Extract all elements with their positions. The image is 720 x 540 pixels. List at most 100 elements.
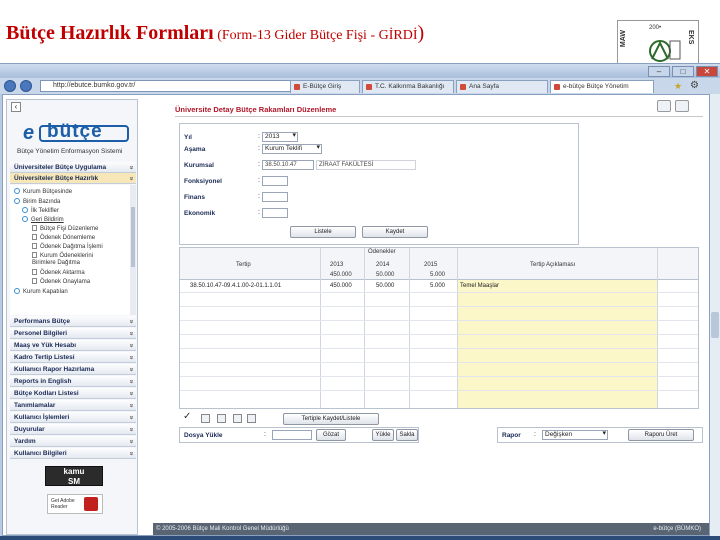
ebutce-logo: e bütçe [23, 120, 135, 144]
col-2013[interactable]: 2013 [330, 262, 343, 268]
browser-tab[interactable]: Ana Sayfa [456, 80, 548, 93]
asama-label: Aşama [184, 146, 206, 153]
file-upload-bar: Dosya Yükle : Gözat Yükle Sakla [179, 427, 419, 443]
document-icon [32, 278, 37, 284]
minimize-icon[interactable]: – [648, 66, 670, 77]
footer-right: e-bütçe (BÜMKO) [653, 526, 701, 532]
sidebar-section[interactable]: Bütçe Kodları Listesi [10, 388, 136, 399]
check-icon[interactable]: ✓ [183, 411, 191, 422]
grid-group-header: Ödenekler [368, 249, 396, 255]
tree-item[interactable]: Birim Bazında [14, 198, 60, 205]
document-icon [32, 234, 37, 240]
sidebar-section[interactable]: Yardım [10, 436, 136, 447]
page-scrollbar[interactable] [710, 94, 720, 536]
back-arrow-icon[interactable] [4, 80, 16, 92]
copy-icon[interactable] [233, 414, 242, 423]
sidebar-section[interactable]: Maaş ve Yük Hesabı [10, 340, 136, 351]
tree-item[interactable]: Bütçe Fişi Düzenleme [32, 225, 98, 232]
undo-icon[interactable] [201, 414, 210, 423]
help-icon[interactable] [675, 100, 689, 112]
kurumsal-code-input[interactable]: 38.50.10.47 [262, 160, 314, 170]
expand-icon [14, 188, 20, 194]
rapor-select[interactable]: Değişken [542, 430, 608, 440]
sidebar-section[interactable]: Kullanıcı İşlemleri [10, 412, 136, 423]
listele-button[interactable]: Listele [290, 226, 356, 238]
row-2013[interactable]: 450.000 [330, 283, 352, 289]
pdf-icon [84, 497, 98, 511]
col-2015[interactable]: 2015 [424, 262, 437, 268]
gozat-button[interactable]: Gözat [316, 429, 346, 441]
rapor-uret-button[interactable]: Raporu Üret [628, 429, 694, 441]
expand-icon [22, 216, 28, 222]
tree-item[interactable]: Kurum Ödeneklerini Birimlere Dağıtma [32, 252, 118, 267]
slide-title-sub: (Form-13 Gider Bütçe Fişi - GİRDİ [213, 28, 418, 43]
maximize-icon[interactable]: □ [672, 66, 694, 77]
kaydet-button[interactable]: Kaydet [362, 226, 428, 238]
close-icon[interactable]: ✕ [696, 66, 718, 77]
expand-icon [14, 288, 20, 294]
footer-copyright: © 2005-2006 Bütçe Mali Kontrol Genel Müd… [156, 526, 289, 532]
document-icon [32, 225, 37, 231]
tree-item[interactable]: Geri Bildirim [22, 216, 64, 223]
browser-navbar: http://ebutce.bumko.gov.tr/ E-Bütçe Giri… [0, 78, 720, 94]
sidebar-section[interactable]: Performans Bütçe [10, 316, 136, 327]
col-2014[interactable]: 2014 [376, 262, 389, 268]
tools-gear-icon[interactable]: ⚙ [690, 80, 699, 91]
sidebar-section[interactable]: Kullanıcı Bilgileri [10, 448, 136, 459]
document-icon [32, 269, 37, 275]
sidebar-section[interactable]: Reports in English [10, 376, 136, 387]
tree-scrollbar[interactable] [130, 185, 136, 315]
row-2015[interactable]: 5.000 [430, 283, 445, 289]
ekonomik-label: Ekonomik [184, 210, 216, 217]
document-icon [32, 252, 37, 258]
ekonomik-input[interactable] [262, 208, 288, 218]
row-2014[interactable]: 50.000 [376, 283, 394, 289]
tree-item[interactable]: Ödenek Dağıtma İşlemi [32, 243, 103, 250]
yukle-button[interactable]: Yükle [372, 429, 394, 441]
sidebar-section[interactable]: Duyurular [10, 424, 136, 435]
kamu-sm-logo[interactable]: kamu SM [45, 466, 103, 486]
file-path-input[interactable] [272, 430, 312, 440]
back-icon[interactable]: ‹ [11, 102, 21, 112]
rapor-label: Rapor [502, 432, 521, 439]
total-2013: 450.000 [330, 272, 352, 278]
forward-arrow-icon[interactable] [20, 80, 32, 92]
sidebar-section[interactable]: Kadro Tertip Listesi [10, 352, 136, 363]
tree-item[interactable]: Ödenek Onaylama [32, 278, 90, 285]
logo-emblem-icon [649, 40, 681, 62]
app-sidebar: ‹ e bütçe Bütçe Yönetim Enformasyon Sist… [6, 99, 138, 535]
cut-icon[interactable] [217, 414, 226, 423]
sidebar-section-butce-hazirlik[interactable]: Üniversiteler Bütçe Hazırlık [10, 173, 136, 184]
sidebar-section[interactable]: Kullanıcı Rapor Hazırlama [10, 364, 136, 375]
col-tertip[interactable]: Tertip [236, 262, 251, 268]
sidebar-section-butce-uygulama[interactable]: Üniversiteler Bütçe Uygulama [10, 162, 136, 173]
finans-input[interactable] [262, 192, 288, 202]
browser-tab[interactable]: E-Bütçe Giriş [290, 80, 360, 93]
sidebar-section[interactable]: Personel Bilgileri [10, 328, 136, 339]
fonksiyonel-input[interactable] [262, 176, 288, 186]
tree-item[interactable]: Kurum Bütçesinde [14, 188, 72, 195]
grid-header: Ödenekler Tertip 2013 2014 2015 Tertip A… [180, 248, 698, 280]
tree-item[interactable]: İlk Teklifler [22, 207, 59, 214]
window-titlebar: – □ ✕ [0, 64, 720, 78]
tree-item[interactable]: Ödenek Aktarma [32, 269, 85, 276]
grid-toolbar: ✓ Tertiple Kaydet/Listele [179, 411, 699, 426]
kurumsal-name-field: ZİRAAT FAKÜLTESİ [316, 160, 416, 170]
browser-tab[interactable]: T.C. Kalkınma Bakanlığı [362, 80, 454, 93]
document-icon [32, 243, 37, 249]
browser-tab-active[interactable]: e-bütçe Bütçe Yönetim [550, 80, 654, 93]
tree-item[interactable]: Kurum Kapatılan [14, 288, 68, 295]
sidebar-tree: Kurum Bütçesinde Birim Bazında İlk Tekli… [10, 185, 136, 315]
university-logo: 200• MAW EKS [617, 20, 699, 66]
yil-select[interactable]: 2013 [262, 132, 298, 142]
favorites-icon[interactable]: ★ [674, 81, 682, 92]
sakla-button[interactable]: Sakla [396, 429, 418, 441]
col-aciklama[interactable]: Tertip Açıklaması [530, 262, 575, 268]
tertiple-kaydet-button[interactable]: Tertiple Kaydet/Listele [283, 413, 379, 425]
asama-select[interactable]: Kurum Teklifi [262, 144, 322, 154]
tree-item[interactable]: Ödenek Dönemleme [32, 234, 95, 241]
paste-icon[interactable] [247, 414, 256, 423]
edit-icon[interactable] [657, 100, 671, 112]
sidebar-section[interactable]: Tanımlamalar [10, 400, 136, 411]
adobe-reader-badge[interactable]: Get Adobe Reader [47, 494, 103, 514]
